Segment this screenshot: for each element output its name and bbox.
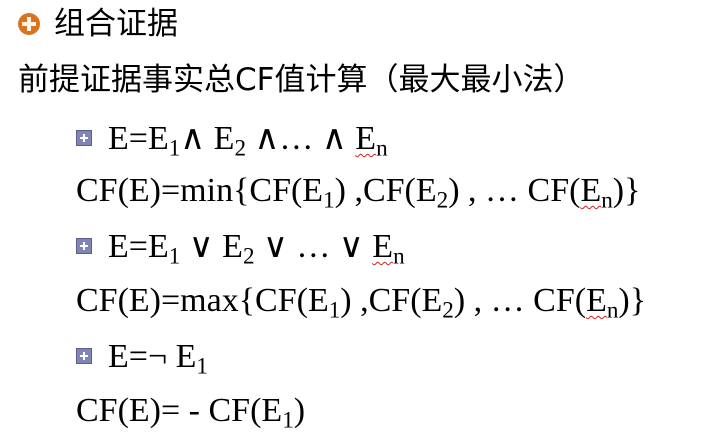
heading-title: 组合证据: [54, 6, 178, 42]
formula-subscript: 2: [234, 135, 246, 162]
formula-text: ) ,CF(E: [334, 172, 437, 209]
formula-text: ∨ … ∨: [254, 228, 373, 265]
formula-text: CF(E)=max{CF(E: [76, 282, 329, 319]
subheading-text: 前提证据事实总CF值计算（最大最小法）: [18, 62, 585, 98]
formula-text: CF(E)= - CF(E: [76, 392, 283, 429]
heading-line: 组合证据: [18, 8, 178, 40]
formula-text: )}: [612, 172, 641, 209]
formula-text: E=E: [108, 228, 169, 265]
formula-text: ∧… ∧: [246, 120, 356, 157]
square-plus-bullet-icon: [76, 130, 92, 147]
spellcheck-underlined-term: En: [580, 172, 613, 214]
conjunction-formula: E=E1∧ E2 ∧… ∧ En: [76, 120, 388, 162]
formula-text: ): [293, 392, 306, 429]
formula-text: E=¬ E: [108, 338, 197, 375]
formula-subscript: 2: [436, 187, 449, 214]
formula-subscript: 1: [328, 297, 341, 324]
formula-subscript: 1: [168, 135, 181, 162]
square-plus-bullet-icon: [76, 348, 92, 365]
formula-subscript: 2: [242, 243, 255, 270]
formula-text: ∨ E: [180, 228, 243, 265]
formula-subscript: 1: [323, 187, 335, 214]
formula-text: )}: [618, 282, 647, 319]
formula-subscript: 2: [442, 297, 454, 324]
spellcheck-underlined-term: En: [355, 120, 388, 162]
disjunction-formula: E=E1 ∨ E2 ∨ … ∨ En: [76, 228, 405, 270]
formula-text: ) ,CF(E: [340, 282, 443, 319]
formula-text: ) , … CF(: [453, 282, 587, 319]
subheading-line: 前提证据事实总CF值计算（最大最小法）: [18, 64, 584, 96]
formula-text: ∧ E: [180, 120, 235, 157]
formula-subscript: 1: [196, 353, 208, 380]
formula-subscript: 1: [282, 407, 294, 434]
negation-formula: E=¬ E1: [76, 338, 208, 378]
formula-subscript: 1: [168, 243, 181, 270]
max-cf-formula: CF(E)=max{CF(E1) ,CF(E2) , … CF(En)}: [76, 282, 647, 324]
formula-text: CF(E)=min{CF(E: [76, 172, 324, 209]
min-cf-formula: CF(E)=min{CF(E1) ,CF(E2) , … CF(En)}: [76, 172, 641, 214]
negation-cf-formula: CF(E)= - CF(E1): [76, 392, 306, 433]
spellcheck-underlined-term: En: [586, 282, 619, 324]
orange-plus-bullet-icon: [18, 12, 40, 35]
square-plus-bullet-icon: [76, 238, 92, 255]
spellcheck-underlined-term: En: [372, 228, 405, 270]
formula-text: E=E: [108, 120, 169, 157]
formula-text: ) , … CF(: [448, 172, 581, 209]
